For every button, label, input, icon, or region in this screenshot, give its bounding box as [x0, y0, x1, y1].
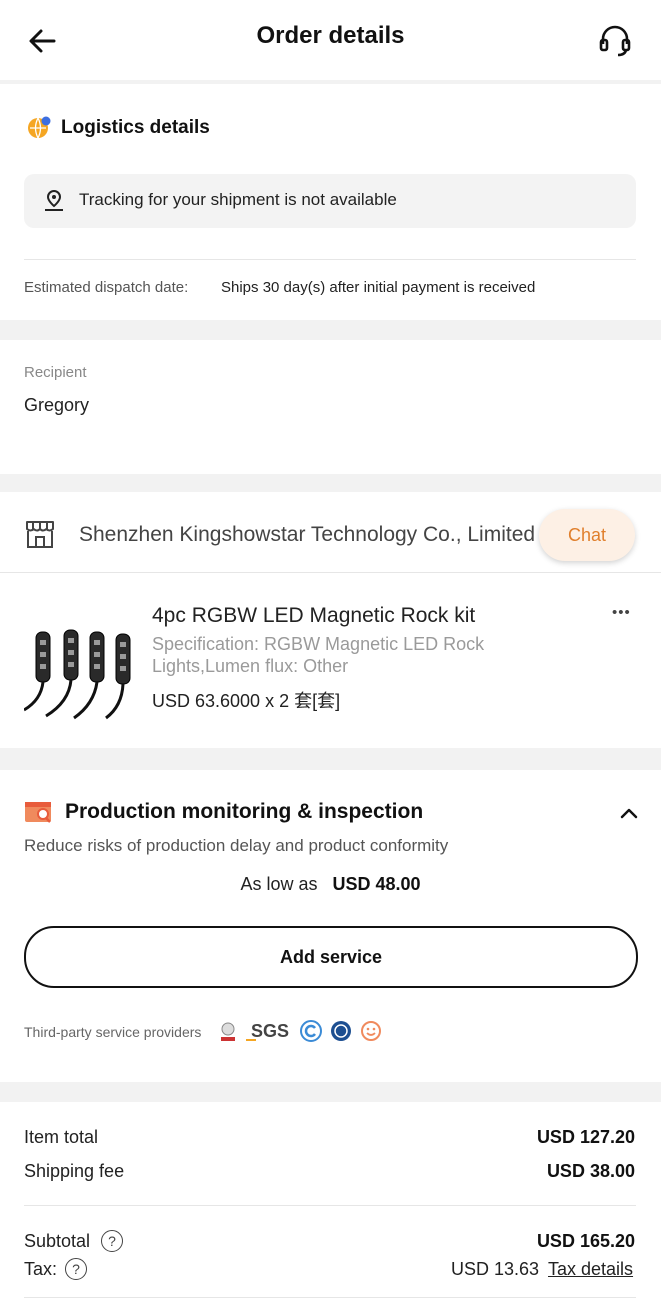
tracking-box[interactable]: Tracking for your shipment is not availa…	[24, 174, 636, 228]
dispatch-value: Ships 30 day(s) after initial payment is…	[221, 279, 536, 296]
location-pin-icon	[42, 188, 66, 214]
supplier-section: Shenzhen Kingshowstar Technology Co., Li…	[0, 492, 661, 748]
sgs-logo: SGS	[246, 1019, 294, 1043]
tax-details-link[interactable]: Tax details	[548, 1259, 633, 1280]
monitoring-section: Production monitoring & inspection Reduc…	[0, 770, 661, 1082]
chevron-up-icon[interactable]	[618, 802, 640, 824]
tax-value: USD 13.63	[451, 1259, 540, 1279]
service-price: USD 48.00	[332, 874, 421, 894]
divider	[24, 1205, 636, 1206]
monitoring-title: Production monitoring & inspection	[65, 800, 424, 823]
price-from: As low as USD 48.00	[0, 874, 661, 895]
product-spec-line2: Lights,Lumen flux: Other	[152, 656, 349, 676]
subtotal-label: Subtotal	[24, 1231, 91, 1251]
globe-icon	[26, 114, 52, 140]
supplier-name[interactable]: Shenzhen Kingshowstar Technology Co., Li…	[79, 523, 535, 547]
as-low-as-label: As low as	[240, 874, 318, 894]
providers-label: Third-party service providers	[24, 1024, 202, 1040]
chat-button[interactable]: Chat	[539, 509, 635, 561]
provider-badge-icon	[218, 1020, 238, 1044]
product-title[interactable]: 4pc RGBW LED Magnetic Rock kit	[152, 604, 475, 628]
product-spec-line1: Specification: RGBW Magnetic LED Rock	[152, 634, 485, 654]
provider-c-icon	[300, 1020, 322, 1042]
totals-section: Item total USD 127.20 Shipping fee USD 3…	[0, 1102, 661, 1300]
dispatch-label: Estimated dispatch date:	[24, 279, 189, 296]
logistics-section: Logistics details Tracking for your ship…	[0, 84, 661, 320]
provider-tuv-icon	[330, 1020, 352, 1042]
monitoring-subtitle: Reduce risks of production delay and pro…	[24, 836, 449, 855]
more-options-icon[interactable]: •••	[612, 604, 631, 621]
divider	[0, 572, 661, 573]
svg-text:SGS: SGS	[251, 1021, 289, 1041]
shipping-fee-value: USD 38.00	[546, 1161, 635, 1181]
page-title: Order details	[256, 22, 405, 49]
headset-icon[interactable]	[596, 22, 634, 60]
logistics-title: Logistics details	[61, 117, 210, 138]
divider	[24, 1297, 636, 1298]
inspection-icon	[24, 800, 52, 824]
tax-label: Tax:	[24, 1259, 58, 1279]
product-image[interactable]	[23, 600, 134, 720]
top-bar: Order details	[0, 0, 661, 80]
subtotal-help-icon[interactable]: ?	[101, 1230, 123, 1252]
item-total-value: USD 127.20	[536, 1127, 635, 1147]
tracking-text: Tracking for your shipment is not availa…	[79, 190, 397, 209]
recipient-name: Gregory	[24, 395, 90, 415]
provider-smile-icon	[360, 1020, 382, 1042]
store-icon	[24, 518, 56, 550]
recipient-label: Recipient	[24, 364, 87, 381]
add-service-button[interactable]: Add service	[24, 926, 638, 988]
item-total-label: Item total	[24, 1127, 99, 1147]
shipping-fee-label: Shipping fee	[24, 1161, 125, 1181]
divider	[24, 259, 636, 260]
recipient-section: Recipient Gregory	[0, 340, 661, 474]
product-price-qty: USD 63.6000 x 2 套[套]	[152, 691, 341, 711]
subtotal-value: USD 165.20	[536, 1231, 635, 1251]
tax-help-icon[interactable]: ?	[65, 1258, 87, 1280]
